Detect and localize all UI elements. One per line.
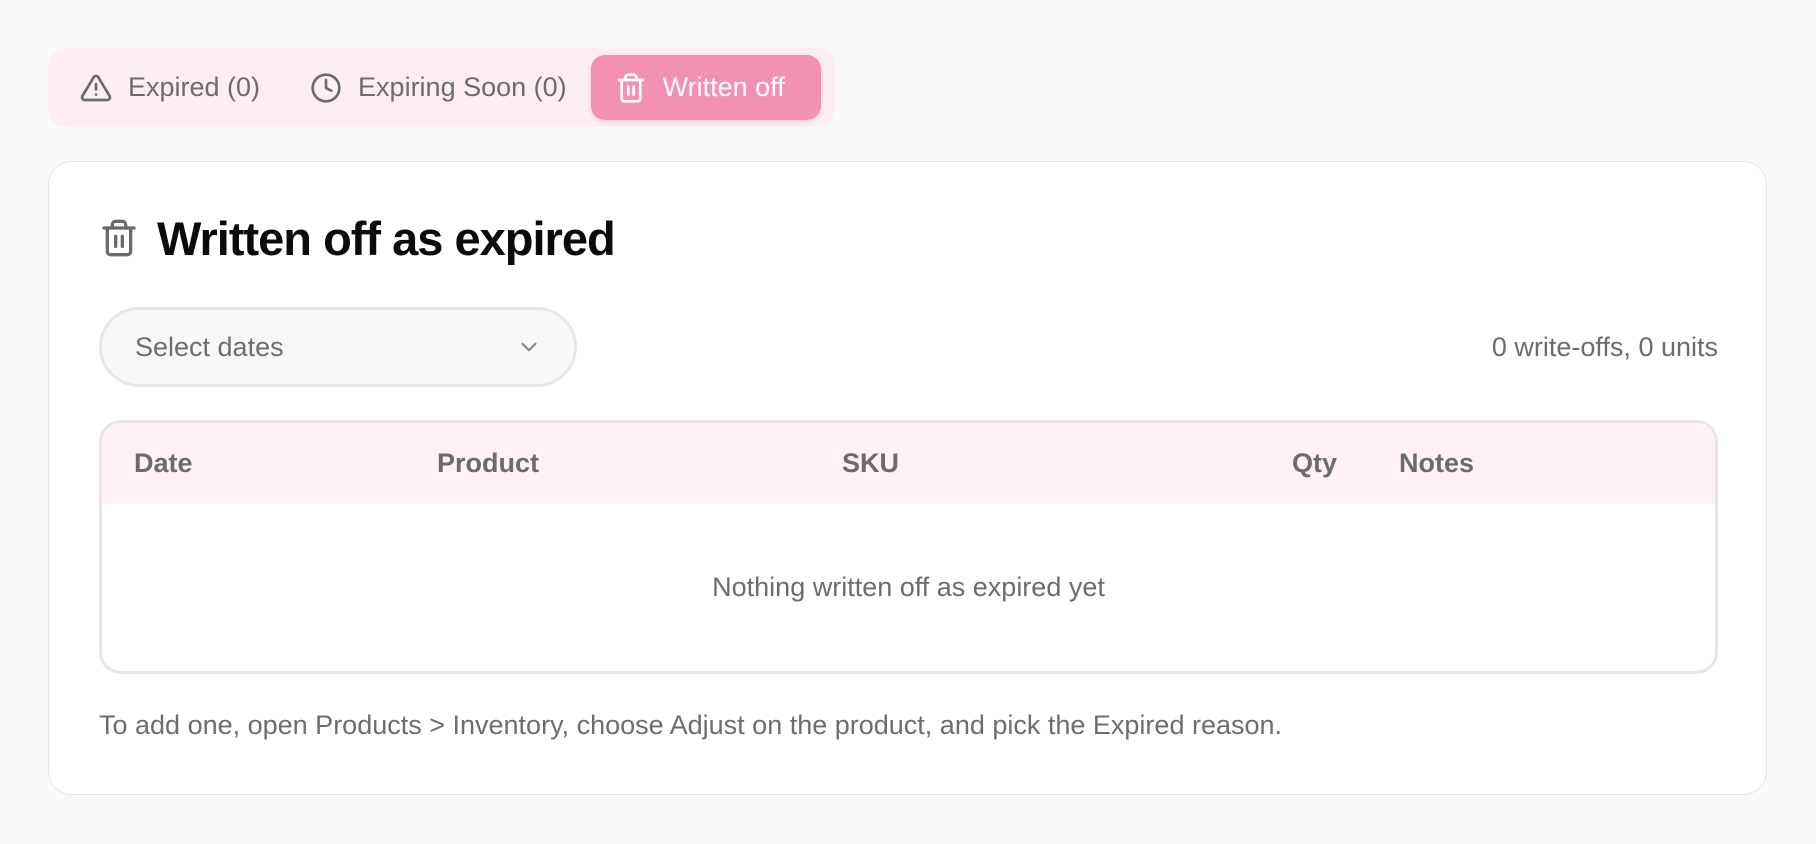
tab-expired-label: Expired (0) — [128, 72, 261, 102]
tab-expiring-soon[interactable]: Expiring Soon (0) — [286, 55, 591, 120]
column-header-notes[interactable]: Notes — [1399, 423, 1474, 504]
table-header: Date Product SKU Qty Notes — [102, 423, 1715, 504]
write-off-summary: 0 write-offs, 0 units — [1491, 332, 1718, 362]
tab-expiring-soon-label: Expiring Soon (0) — [358, 72, 567, 102]
date-range-select-placeholder: Select dates — [135, 331, 284, 362]
clock-icon — [310, 72, 342, 104]
card-header: Written off as expired — [99, 208, 616, 268]
column-header-sku[interactable]: SKU — [842, 423, 899, 504]
column-header-qty[interactable]: Qty — [1292, 423, 1337, 504]
warning-triangle-icon — [80, 72, 112, 104]
written-off-card: Written off as expired Select dates 0 wr… — [48, 161, 1767, 795]
tab-written-off[interactable]: Written off — [590, 55, 821, 120]
empty-state-message: Nothing written off as expired yet — [712, 572, 1105, 602]
column-header-date[interactable]: Date — [134, 423, 193, 504]
chevron-down-icon — [516, 334, 542, 360]
page-title: Written off as expired — [157, 211, 616, 265]
tab-expired[interactable]: Expired (0) — [56, 55, 284, 120]
trash-icon — [99, 218, 139, 258]
write-offs-table: Date Product SKU Qty Notes Nothing writt… — [99, 420, 1718, 674]
column-header-product[interactable]: Product — [437, 423, 539, 504]
tab-bar: Expired (0) Expiring Soon (0) Written of… — [48, 48, 835, 127]
tab-written-off-label: Written off — [662, 72, 785, 102]
trash-icon — [615, 72, 647, 104]
date-range-select[interactable]: Select dates — [99, 307, 577, 387]
help-text: To add one, open Products > Inventory, c… — [99, 710, 1283, 740]
